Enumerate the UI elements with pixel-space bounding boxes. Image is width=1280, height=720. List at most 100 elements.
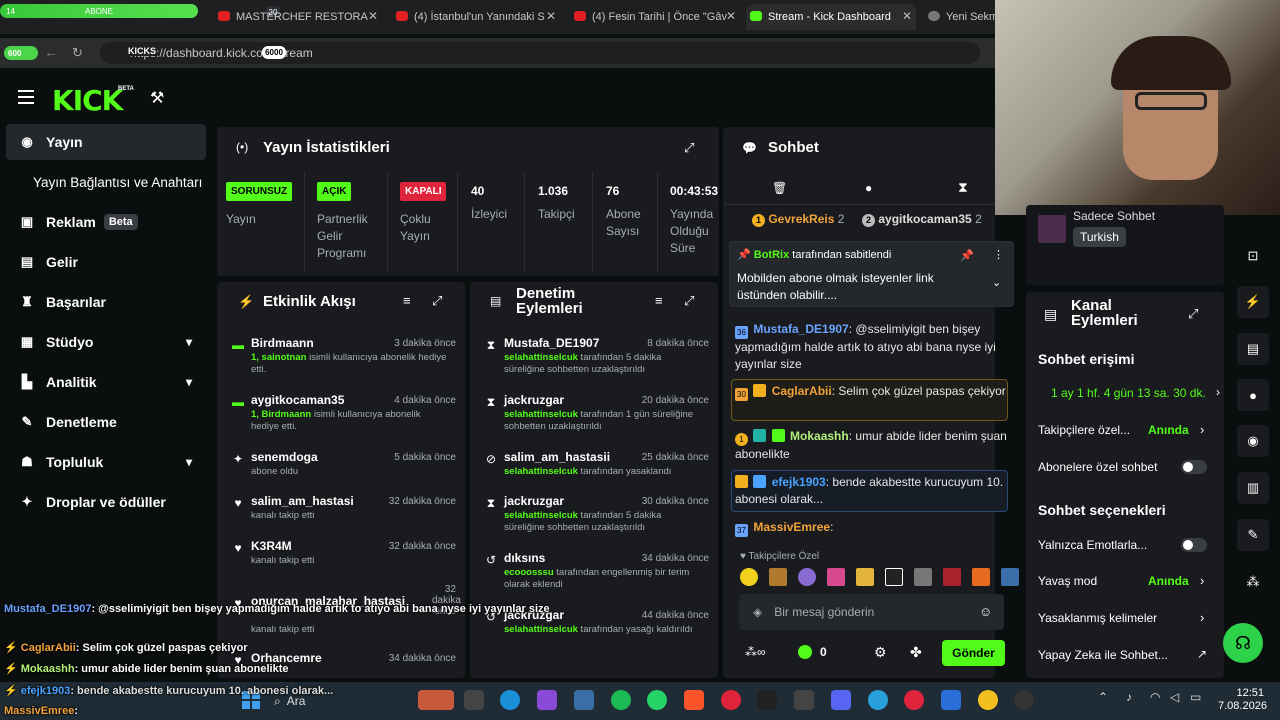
tab-masterchef[interactable]: MASTERCHEF RESTORA ✕ [214, 4, 382, 30]
follower-only-option[interactable]: Takipçilere özel... [1038, 423, 1130, 437]
kicks-counter[interactable]: 0 [798, 645, 827, 659]
tab-fesin[interactable]: (4) Fesin Tarihi | Önce "Gâv ✕ [570, 4, 740, 30]
task-view-icon[interactable] [464, 690, 484, 710]
emote-icon[interactable] [769, 568, 787, 586]
taskbar-app-icon[interactable] [904, 690, 924, 710]
battery-icon[interactable]: ▭ [1190, 690, 1201, 704]
panel-icon[interactable]: ▥ [1237, 472, 1269, 504]
back-icon[interactable]: ← [44, 44, 58, 60]
sidebar-item-yayin[interactable]: ◉ Yayın [6, 124, 206, 160]
emote-icon[interactable] [740, 568, 758, 586]
volume-icon[interactable]: ◁ [1170, 690, 1179, 704]
more-icon[interactable]: ⋮ [993, 248, 1004, 261]
brave-icon[interactable] [684, 690, 704, 710]
sidebar-item-reklam[interactable]: ▣ Reklam Beta [6, 204, 206, 240]
lightning-icon[interactable]: ⚡ [1237, 286, 1269, 318]
taskbar-app-icon[interactable] [574, 690, 594, 710]
wrench-icon[interactable]: ✎ [1237, 519, 1269, 551]
external-link-icon[interactable]: ↗ [1197, 647, 1207, 661]
discord-icon[interactable] [831, 690, 851, 710]
filter-icon[interactable]: ≡ [655, 293, 663, 308]
chevron-down-icon[interactable]: ⌄ [992, 276, 1001, 289]
mic-icon[interactable]: ♪ [1126, 690, 1132, 704]
taskbar-app-icon[interactable] [1014, 690, 1034, 710]
hourglass-icon[interactable]: ⧗ [958, 179, 968, 196]
sidebar-item-analitik[interactable]: ▙ Analitik ▾ [6, 364, 206, 400]
expand-icon[interactable]: ⤢ [684, 140, 694, 156]
ai-moderation-option[interactable]: Yapay Zeka ile Sohbet... [1038, 648, 1168, 662]
headset-icon[interactable]: ☊ [1223, 623, 1263, 663]
sidebar-item-basarilar[interactable]: ♜ Başarılar [6, 284, 206, 320]
close-icon[interactable]: ✕ [902, 9, 912, 23]
taskbar-app-icon[interactable] [418, 690, 454, 710]
camera-icon[interactable]: ⊡ [1237, 240, 1269, 272]
sidebar-item-stream-key[interactable]: Yayın Bağlantısı ve Anahtarı [6, 164, 216, 200]
tab-new[interactable]: Yeni Sekme [924, 4, 995, 30]
sidebar-item-topluluk[interactable]: ☗ Topluluk ▾ [6, 444, 206, 480]
follower-only-value[interactable]: Anında [1148, 423, 1189, 437]
broadcast-icon[interactable]: ◉ [1237, 425, 1269, 457]
close-icon[interactable]: ✕ [368, 9, 378, 23]
sidebar-item-denetleme[interactable]: ✎ Denetleme [6, 404, 206, 440]
copilot-icon[interactable] [537, 690, 557, 710]
sub-only-toggle[interactable] [1181, 460, 1207, 474]
send-button[interactable]: Gönder [942, 640, 1005, 666]
chevron-right-icon[interactable]: › [1200, 610, 1204, 625]
slow-mode-value[interactable]: Anında [1148, 574, 1189, 588]
chevron-right-icon[interactable]: › [1200, 422, 1204, 437]
whatsapp-icon[interactable] [647, 690, 667, 710]
emote-icon[interactable] [943, 568, 961, 586]
spotify-icon[interactable] [611, 690, 631, 710]
telegram-icon[interactable] [868, 690, 888, 710]
emote-icon[interactable] [885, 568, 903, 586]
gear-icon[interactable]: ⚙ [874, 644, 887, 661]
chat-bubble-icon[interactable]: ● [865, 181, 872, 195]
emote-icon[interactable] [856, 568, 874, 586]
reload-icon[interactable]: ↻ [72, 45, 83, 61]
pin-icon[interactable]: 📌 [960, 249, 974, 262]
chevron-up-icon[interactable]: ⌃ [1098, 690, 1108, 704]
emote-only-toggle[interactable] [1181, 538, 1207, 552]
kick-logo[interactable]: KICK [52, 84, 123, 117]
document-icon[interactable]: ▤ [1237, 333, 1269, 365]
chat-input[interactable]: ◈ Bir mesaj gönderin [739, 594, 1004, 630]
banned-words-option[interactable]: Yasaklanmış kelimeler [1038, 611, 1157, 625]
chevron-right-icon[interactable]: › [1216, 385, 1220, 399]
points-icon[interactable]: ⁂∞ [745, 645, 766, 659]
expand-icon[interactable]: ⤢ [432, 293, 442, 309]
emote-icon[interactable] [827, 568, 845, 586]
expand-icon[interactable]: ⤢ [1188, 306, 1198, 322]
emote-icon[interactable] [972, 568, 990, 586]
expand-icon[interactable]: ⤢ [684, 293, 694, 309]
tab-kick-dashboard[interactable]: Stream - Kick Dashboard ✕ [746, 4, 916, 30]
emoji-icon[interactable]: ☺ [979, 604, 992, 619]
sidebar-item-studyo[interactable]: ▦ Stüdyo ▾ [6, 324, 206, 360]
chrome-icon[interactable] [978, 690, 998, 710]
wifi-icon[interactable]: ◠ [1150, 690, 1160, 704]
taskbar-app-icon[interactable] [941, 690, 961, 710]
clock[interactable]: 12:51 7.08.2026 [1218, 687, 1267, 713]
tab-istanbul[interactable]: (4) İstanbul'un Yanındaki S ✕ [392, 4, 560, 30]
opera-icon[interactable] [721, 690, 741, 710]
trash-icon[interactable]: 🗑 [772, 181, 787, 195]
emote-icon[interactable] [798, 568, 816, 586]
edge-icon[interactable] [500, 690, 520, 710]
emote-icon[interactable] [914, 568, 932, 586]
sidebar-item-droplar[interactable]: ✦ Droplar ve ödüller [6, 484, 206, 520]
puzzle-icon[interactable]: ✤ [910, 644, 922, 661]
chat-bubble-icon[interactable]: ● [1237, 379, 1269, 411]
follow-age-value[interactable]: 1 ay 1 hf. 4 gün 13 sa. 30 dk. [1051, 386, 1206, 400]
sidebar-item-gelir[interactable]: ▤ Gelir [6, 244, 206, 280]
taskbar-app-icon[interactable] [794, 690, 814, 710]
taskbar-app-icon[interactable] [757, 690, 777, 710]
hammer-icon[interactable]: ⚒ [150, 88, 164, 108]
menu-icon[interactable] [18, 90, 34, 104]
address-bar[interactable]: https://dashboard.kick.com/stream [100, 42, 980, 64]
chevron-right-icon[interactable]: › [1200, 573, 1204, 588]
share-icon[interactable]: ⁂ [1237, 566, 1269, 598]
slow-mode-option[interactable]: Yavaş mod [1038, 574, 1097, 588]
close-icon[interactable]: ✕ [546, 9, 556, 23]
emote-icon[interactable] [1001, 568, 1019, 586]
close-icon[interactable]: ✕ [726, 9, 736, 23]
filter-icon[interactable]: ≡ [403, 293, 411, 308]
